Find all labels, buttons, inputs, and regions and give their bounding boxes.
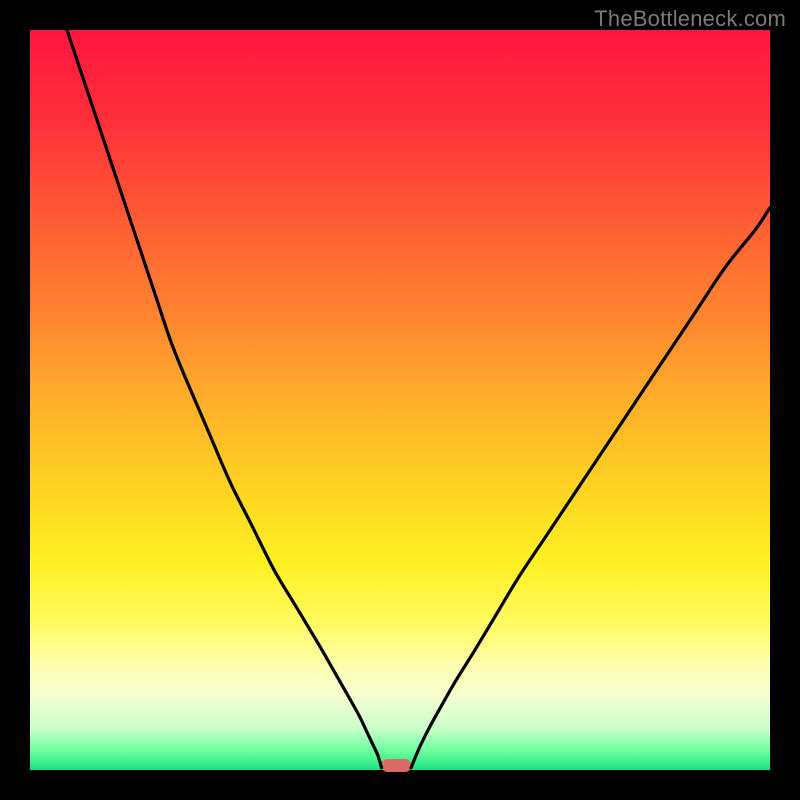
bottleneck-chart <box>0 0 800 800</box>
watermark-text: TheBottleneck.com <box>594 6 786 32</box>
optimal-marker <box>382 759 412 772</box>
chart-frame: TheBottleneck.com <box>0 0 800 800</box>
plot-background <box>30 30 770 770</box>
